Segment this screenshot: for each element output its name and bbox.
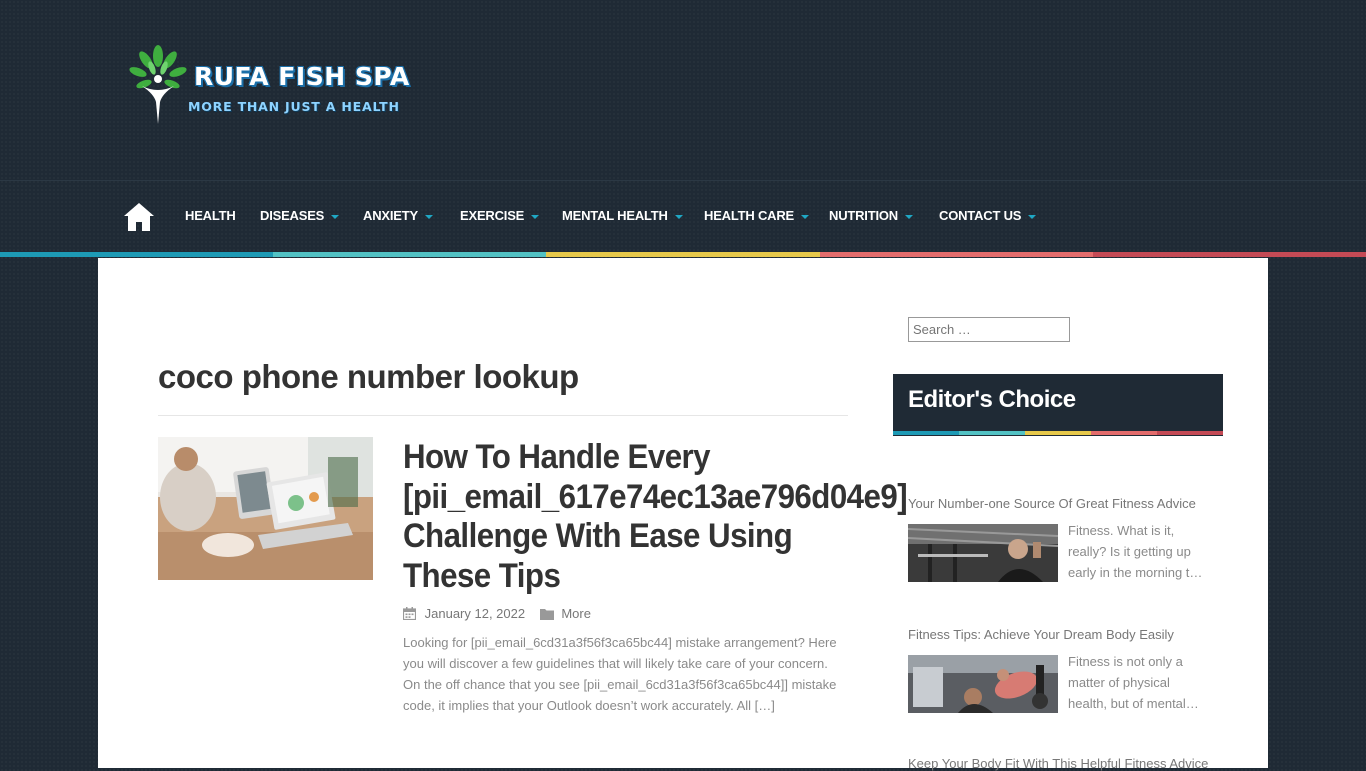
nav-label: EXERCISE xyxy=(460,208,525,223)
tree-person-icon xyxy=(129,45,187,124)
post-excerpt: Looking for [pii_email_6cd31a3f56f3ca65b… xyxy=(403,635,837,713)
sidebar-post-title[interactable]: Fitness Tips: Achieve Your Dream Body Ea… xyxy=(908,627,1174,642)
nav-label: HEALTH CARE xyxy=(704,208,794,223)
home-icon[interactable] xyxy=(122,201,156,233)
nav-item-exercise[interactable]: EXERCISE xyxy=(460,208,540,223)
sidebar-post-excerpt: Fitness is not only a matter of physical… xyxy=(1068,654,1199,711)
page-title: coco phone number lookup xyxy=(158,358,579,395)
site-tagline: MORE THAN JUST A HEALTH xyxy=(188,99,400,114)
color-stripe xyxy=(1093,252,1366,257)
sidebar-post-excerpt: Fitness. What is it, really? Is it getti… xyxy=(1068,523,1203,580)
sidebar-post-title[interactable]: Your Number-one Source Of Great Fitness … xyxy=(908,496,1196,511)
site-header: RUFA FISH SPA MORE THAN JUST A HEALTH xyxy=(0,0,1366,180)
color-stripe xyxy=(0,252,273,257)
chevron-down-icon xyxy=(904,214,913,219)
chevron-down-icon xyxy=(424,214,433,219)
nav-item-health-care[interactable]: HEALTH CARE xyxy=(704,208,809,223)
post-meta: January 12, 2022 More xyxy=(402,605,591,621)
nav-item-diseases[interactable]: DISEASES xyxy=(260,208,340,223)
nav-label: CONTACT US xyxy=(939,208,1022,223)
post-title[interactable]: How To Handle Every [pii_email_617e74ec1… xyxy=(403,438,908,596)
sidebar-post-title[interactable]: Keep Your Body Fit With This Helpful Fit… xyxy=(908,756,1208,771)
chevron-down-icon xyxy=(1028,214,1037,219)
post-category[interactable]: More xyxy=(561,606,591,621)
nav-item-contact-us[interactable]: CONTACT US xyxy=(939,208,1037,223)
color-stripe xyxy=(273,252,546,257)
post-date[interactable]: January 12, 2022 xyxy=(425,606,525,621)
nav-item-anxiety[interactable]: ANXIETY xyxy=(363,208,433,223)
post-thumbnail[interactable] xyxy=(158,437,373,580)
sidebar-post-thumbnail[interactable] xyxy=(908,655,1058,713)
chevron-down-icon xyxy=(531,214,540,219)
widget-title: Editor's Choice xyxy=(893,374,1223,431)
nav-item-mental-health[interactable]: MENTAL HEALTH xyxy=(562,208,683,223)
chevron-down-icon xyxy=(674,214,683,219)
main-navigation: HEALTH DISEASES ANXIETY EXERCISE MENTAL … xyxy=(0,180,1366,253)
nav-label: DISEASES xyxy=(260,208,325,223)
color-stripe xyxy=(820,252,1093,257)
chevron-down-icon xyxy=(801,214,809,219)
search-input[interactable] xyxy=(908,317,1070,342)
color-stripe xyxy=(546,252,820,257)
site-logo[interactable]: RUFA FISH SPA MORE THAN JUST A HEALTH xyxy=(128,42,428,132)
calendar-icon xyxy=(402,607,417,621)
chevron-down-icon xyxy=(331,214,340,219)
nav-label: ANXIETY xyxy=(363,208,418,223)
nav-item-health[interactable]: HEALTH xyxy=(185,208,236,223)
nav-label: NUTRITION xyxy=(829,208,898,223)
content-area: coco phone number lookup How To Handle E… xyxy=(98,258,1268,771)
nav-label: MENTAL HEALTH xyxy=(562,208,668,223)
nav-label: HEALTH xyxy=(185,208,236,223)
site-title[interactable]: RUFA FISH SPA xyxy=(194,62,410,91)
divider xyxy=(893,435,1223,436)
folder-icon xyxy=(539,608,554,620)
divider xyxy=(158,415,848,416)
sidebar-post-thumbnail[interactable] xyxy=(908,524,1058,582)
nav-item-nutrition[interactable]: NUTRITION xyxy=(829,208,913,223)
